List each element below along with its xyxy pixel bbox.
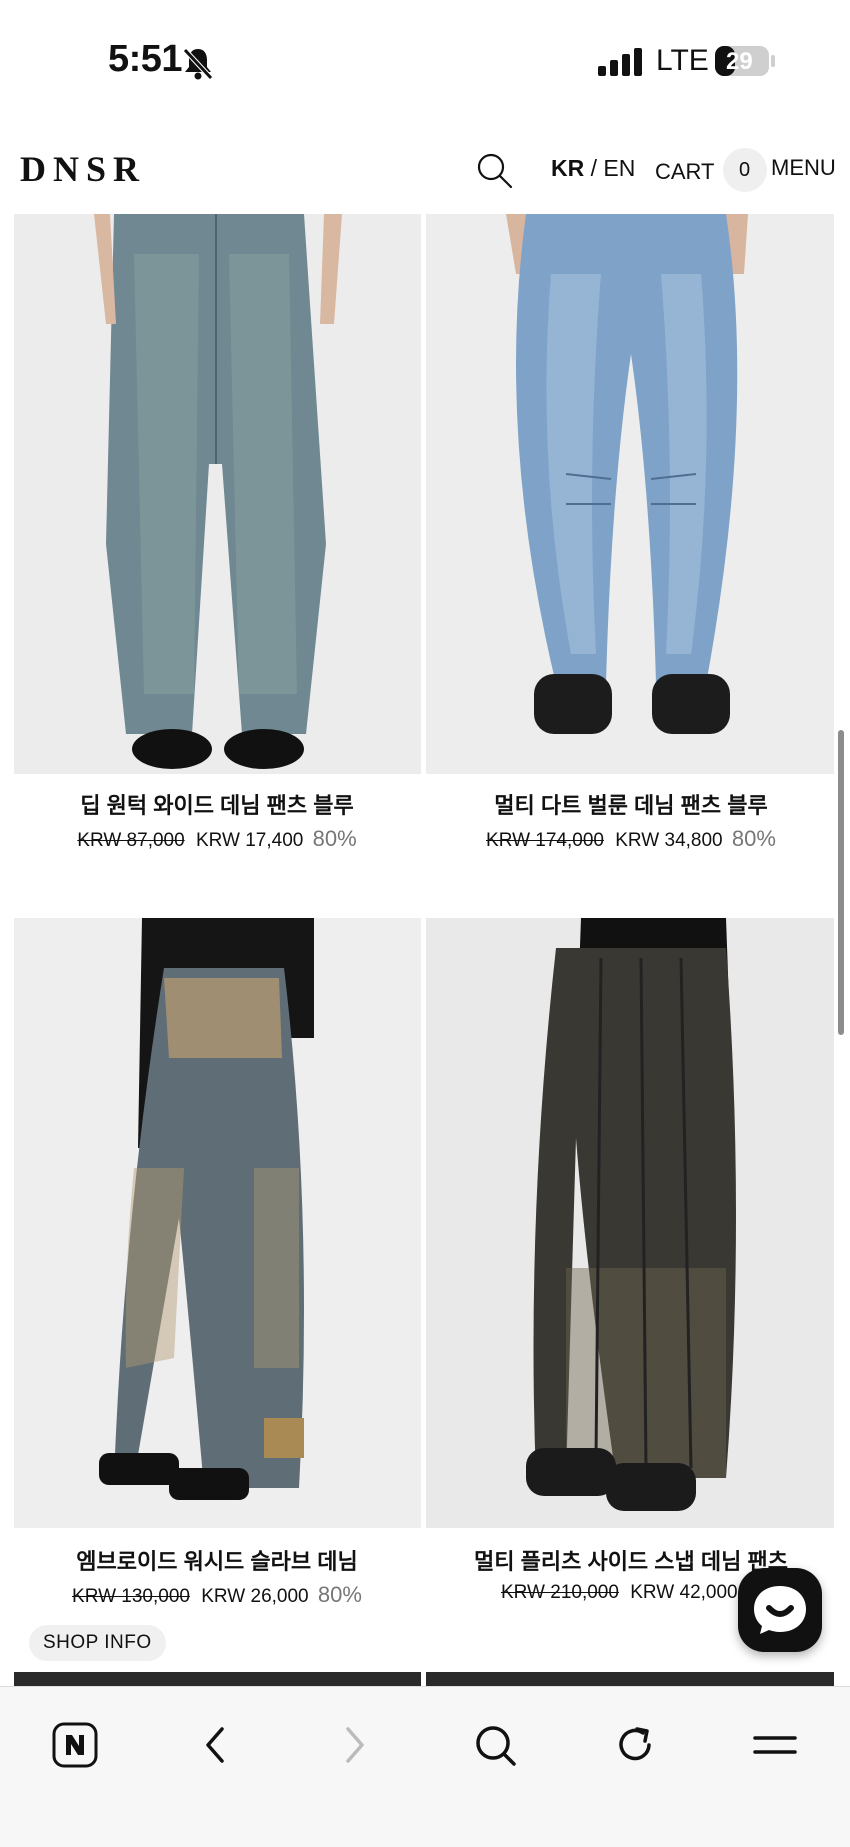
- shop-info-button[interactable]: SHOP INFO: [29, 1625, 166, 1661]
- status-time: 5:51: [108, 38, 183, 80]
- product-title[interactable]: 멀티 다트 벌룬 데님 팬츠 블루: [428, 788, 834, 820]
- product-price: KRW 87,000 KRW 17,400 80%: [14, 826, 420, 852]
- product-title[interactable]: 엠브로이드 워시드 슬라브 데님: [14, 1544, 420, 1576]
- original-price: KRW 210,000: [501, 1582, 619, 1603]
- language-switch: KR / EN: [551, 155, 635, 182]
- original-price: KRW 130,000: [72, 1586, 190, 1607]
- naver-home-icon[interactable]: [45, 1715, 105, 1775]
- back-icon[interactable]: [185, 1715, 245, 1775]
- forward-icon[interactable]: [325, 1715, 385, 1775]
- menu-button[interactable]: MENU: [771, 155, 836, 181]
- original-price: KRW 87,000: [77, 830, 185, 851]
- sale-price: KRW 17,400: [195, 830, 304, 851]
- discount-rate: 80%: [312, 826, 357, 851]
- product-image[interactable]: [14, 918, 421, 1528]
- signal-icon: [598, 48, 642, 76]
- product-price: KRW 174,000 KRW 34,800 80%: [428, 826, 834, 852]
- chat-button[interactable]: [738, 1568, 822, 1652]
- battery-level: 29: [726, 48, 753, 75]
- bell-muted-icon: [180, 45, 216, 81]
- browser-bottom-nav: [0, 1686, 850, 1847]
- search-icon[interactable]: [465, 1715, 525, 1775]
- sale-price: KRW 26,000: [201, 1586, 309, 1607]
- lang-separator: /: [584, 155, 604, 181]
- product-image[interactable]: [426, 918, 834, 1528]
- refresh-icon[interactable]: [605, 1715, 665, 1775]
- product-price: KRW 130,000 KRW 26,000 80%: [14, 1582, 420, 1608]
- network-label: LTE: [656, 44, 709, 77]
- product-image[interactable]: [426, 1672, 834, 1686]
- lang-kr-link[interactable]: KR: [551, 155, 584, 181]
- search-icon[interactable]: [474, 150, 514, 190]
- product-image[interactable]: [14, 1672, 421, 1686]
- sale-price: KRW 42,000: [630, 1582, 738, 1603]
- battery-icon: 29: [714, 45, 776, 77]
- discount-rate: 80%: [731, 826, 776, 851]
- product-image[interactable]: [14, 214, 421, 774]
- site-logo[interactable]: DNSR: [20, 148, 146, 190]
- scrollbar[interactable]: [838, 730, 844, 1035]
- product-image[interactable]: [426, 214, 834, 774]
- cart-label: CART: [655, 159, 715, 184]
- hamburger-menu-icon[interactable]: [745, 1715, 805, 1775]
- discount-rate: 80%: [317, 1582, 362, 1607]
- original-price: KRW 174,000: [486, 830, 604, 851]
- cart-count-badge: 0: [722, 148, 767, 192]
- lang-en-link[interactable]: EN: [603, 155, 635, 181]
- product-title[interactable]: 딥 원턱 와이드 데님 팬츠 블루: [14, 788, 420, 820]
- cart-button[interactable]: CART 0: [655, 148, 767, 192]
- sale-price: KRW 34,800: [615, 830, 723, 851]
